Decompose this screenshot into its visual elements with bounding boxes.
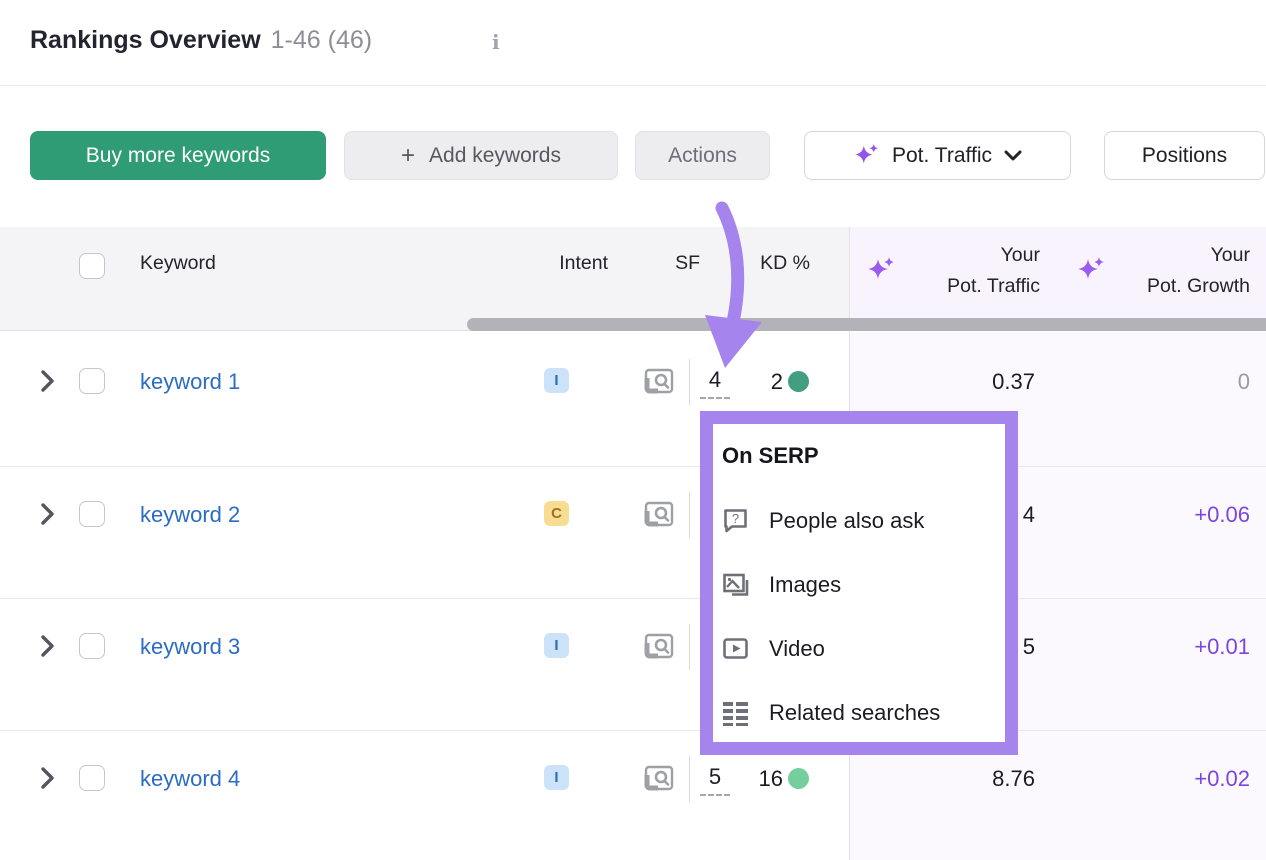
- pot-traffic-label: Pot. Traffic: [860, 271, 1040, 302]
- serp-feature-label: Related searches: [769, 700, 940, 726]
- pot-traffic-value: 0.37: [860, 369, 1035, 395]
- your-label: Your: [860, 240, 1040, 271]
- select-all-checkbox[interactable]: [79, 253, 105, 279]
- kd-difficulty-dot: [788, 371, 809, 392]
- your-label: Your: [1068, 240, 1250, 271]
- sparkle-icon: [853, 142, 880, 169]
- serp-preview-icon[interactable]: [644, 633, 674, 659]
- images-icon: [722, 571, 749, 598]
- pot-growth-value: 0: [1060, 369, 1250, 395]
- row-checkbox[interactable]: [79, 765, 105, 791]
- pot-growth-value: +0.02: [1060, 766, 1250, 792]
- horizontal-scrollbar[interactable]: [467, 318, 1266, 331]
- serp-preview-icon[interactable]: [644, 765, 674, 791]
- keyword-link[interactable]: keyword 4: [140, 766, 240, 792]
- pot-traffic-value: 8.76: [860, 766, 1035, 792]
- pot-traffic-dropdown-label: Pot. Traffic: [892, 144, 992, 168]
- actions-button[interactable]: Actions: [635, 131, 770, 180]
- serp-preview-icon[interactable]: [644, 501, 674, 527]
- info-icon[interactable]: i: [492, 30, 500, 54]
- row-separator: [0, 598, 1266, 599]
- intent-badge: I: [544, 368, 569, 393]
- column-header-intent: Intent: [505, 252, 608, 275]
- people-also-ask-icon: ?: [722, 507, 749, 534]
- cell-separator: [689, 756, 690, 802]
- keyword-link[interactable]: keyword 2: [140, 502, 240, 528]
- on-serp-popover: On SERP ? People also ask Images Video R…: [700, 411, 1018, 755]
- page-title: Rankings Overview 1-46 (46): [30, 26, 372, 55]
- buy-more-keywords-button[interactable]: Buy more keywords: [30, 131, 326, 180]
- serp-preview-icon[interactable]: [644, 368, 674, 394]
- result-range: 1-46 (46): [271, 26, 372, 54]
- cell-separator: [689, 624, 690, 670]
- row-checkbox[interactable]: [79, 368, 105, 394]
- annotation-arrow-icon: [680, 200, 780, 375]
- plus-icon: +: [401, 144, 415, 168]
- pot-traffic-dropdown[interactable]: Pot. Traffic: [804, 131, 1071, 180]
- serp-feature-item: ? People also ask: [722, 507, 924, 534]
- related-searches-icon: [722, 699, 749, 726]
- serp-feature-label: Video: [769, 636, 825, 662]
- row-checkbox[interactable]: [79, 633, 105, 659]
- column-header-keyword: Keyword: [140, 252, 216, 275]
- cell-separator: [689, 492, 690, 538]
- row-separator: [0, 466, 1266, 467]
- serp-feature-item: Related searches: [722, 699, 940, 726]
- positions-button[interactable]: Positions: [1104, 131, 1265, 180]
- add-keywords-button[interactable]: + Add keywords: [344, 131, 618, 180]
- title-divider: [0, 85, 1266, 86]
- intent-badge: I: [544, 765, 569, 790]
- keyword-link[interactable]: keyword 1: [140, 369, 240, 395]
- pot-growth-label: Pot. Growth: [1068, 271, 1250, 302]
- column-header-your-pot-traffic: Your Pot. Traffic: [860, 240, 1040, 302]
- expand-row-chevron[interactable]: [36, 369, 58, 393]
- add-keywords-label: Add keywords: [429, 144, 561, 168]
- serp-feature-label: Images: [769, 572, 841, 598]
- serp-feature-item: Images: [722, 571, 841, 598]
- page-title-text: Rankings Overview: [30, 26, 261, 54]
- row-checkbox[interactable]: [79, 501, 105, 527]
- pot-growth-value: +0.06: [1060, 502, 1250, 528]
- chevron-down-icon: [1004, 150, 1022, 162]
- intent-badge: I: [544, 633, 569, 658]
- serp-feature-label: People also ask: [769, 508, 924, 534]
- expand-row-chevron[interactable]: [36, 502, 58, 526]
- expand-row-chevron[interactable]: [36, 766, 58, 790]
- column-header-your-pot-growth: Your Pot. Growth: [1068, 240, 1250, 302]
- kd-value: 16: [712, 766, 783, 792]
- svg-text:?: ?: [732, 511, 739, 526]
- serp-feature-item: Video: [722, 635, 825, 662]
- keyword-link[interactable]: keyword 3: [140, 634, 240, 660]
- pot-growth-value: +0.01: [1060, 634, 1250, 660]
- popover-title: On SERP: [722, 443, 819, 469]
- row-separator: [0, 730, 1266, 731]
- intent-badge: C: [544, 501, 569, 526]
- video-icon: [722, 635, 749, 662]
- kd-difficulty-dot: [788, 768, 809, 789]
- expand-row-chevron[interactable]: [36, 634, 58, 658]
